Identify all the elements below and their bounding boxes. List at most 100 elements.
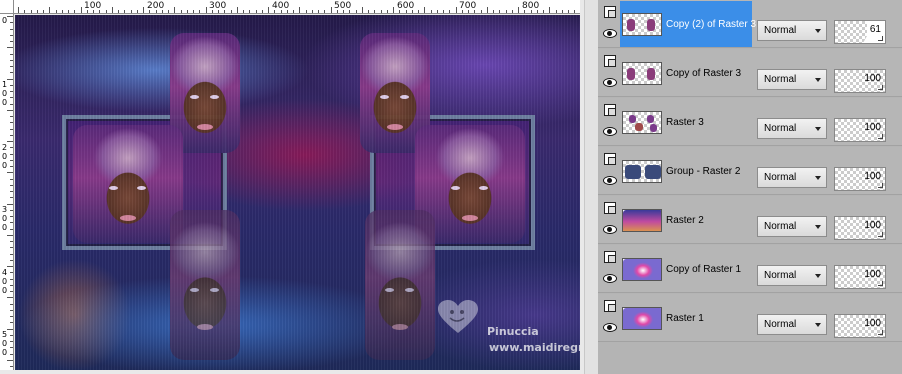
visibility-eye-icon[interactable] — [603, 323, 617, 332]
ruler-tick — [56, 10, 57, 13]
opacity-slider[interactable]: 100 — [834, 265, 886, 289]
blend-mode-dropdown[interactable]: Normal — [757, 20, 827, 41]
ruler-tick — [10, 160, 13, 161]
layer-name: Copy of Raster 3 — [666, 68, 742, 79]
layer-row[interactable]: Raster 3 Normal 100 — [598, 98, 902, 146]
layer-name-cell[interactable]: Raster 1 — [620, 295, 752, 341]
ruler-tick — [412, 10, 413, 13]
image-canvas[interactable]: Pinuccia www.maidiregrafica.eu — [15, 15, 580, 370]
opacity-slider[interactable]: 100 — [834, 69, 886, 93]
panel-splitter[interactable] — [584, 0, 598, 374]
layer-row[interactable]: Raster 1 Normal 100 — [598, 294, 902, 342]
ruler-tick — [10, 179, 13, 180]
visibility-eye-icon[interactable] — [603, 78, 617, 87]
layer-type-icon — [604, 104, 616, 116]
blend-mode-dropdown[interactable]: Normal — [757, 69, 827, 90]
layer-name-cell[interactable]: Copy of Raster 1 — [620, 246, 752, 292]
ruler-tick — [99, 10, 100, 13]
layer-name-cell[interactable]: Raster 3 — [620, 99, 752, 145]
ruler-tick — [7, 360, 13, 361]
opacity-slider[interactable]: 61 — [834, 20, 886, 44]
visibility-eye-icon[interactable] — [603, 127, 617, 136]
layer-icons — [598, 196, 620, 244]
visibility-eye-icon[interactable] — [603, 225, 617, 234]
layer-row[interactable]: Raster 2 Normal 100 — [598, 196, 902, 244]
ruler-label: 400 — [2, 268, 8, 295]
layer-row[interactable]: Copy of Raster 1 Normal 100 — [598, 245, 902, 293]
blend-mode-dropdown[interactable]: Normal — [757, 265, 827, 286]
layer-icons — [598, 245, 620, 293]
opacity-corner — [878, 85, 883, 90]
ruler-tick — [10, 366, 13, 367]
ruler-tick — [37, 10, 38, 13]
thumbnail-content — [647, 115, 654, 123]
ruler-tick — [7, 110, 13, 111]
layer-name: Raster 3 — [666, 117, 704, 128]
layer-name: Group - Raster 2 — [666, 166, 741, 177]
opacity-slider[interactable]: 100 — [834, 118, 886, 142]
opacity-value: 100 — [864, 73, 881, 84]
portrait-image — [73, 125, 183, 243]
ruler-tick — [512, 10, 513, 13]
visibility-eye-icon[interactable] — [603, 29, 617, 38]
thumbnail-content — [650, 124, 657, 132]
ruler-tick — [124, 10, 125, 13]
ruler-tick — [10, 35, 13, 36]
layer-name-cell[interactable]: Copy (2) of Raster 3 — [620, 1, 756, 47]
ruler-tick — [156, 10, 157, 13]
layer-row[interactable]: Group - Raster 2 Normal 100 — [598, 147, 902, 195]
thumbnail-content — [627, 19, 635, 31]
ruler-tick — [7, 235, 13, 236]
blend-mode-dropdown[interactable]: Normal — [757, 118, 827, 139]
ruler-tick — [381, 10, 382, 13]
ruler-tick — [10, 54, 13, 55]
layer-name-cell[interactable]: Copy of Raster 3 — [620, 50, 752, 96]
ruler-tick — [10, 279, 13, 280]
ruler-tick — [10, 122, 13, 123]
layer-row[interactable]: Copy (2) of Raster 3 Normal 61 — [598, 0, 902, 48]
ruler-tick — [456, 7, 457, 13]
layer-controls: Normal 61 — [752, 0, 902, 48]
opacity-slider[interactable]: 100 — [834, 314, 886, 338]
chevron-down-icon — [815, 274, 821, 278]
ruler-tick — [106, 10, 107, 13]
ruler-tick — [499, 10, 500, 13]
ruler-tick — [10, 247, 13, 248]
layer-type-icon — [604, 202, 616, 214]
layer-name-cell[interactable]: Group - Raster 2 — [620, 148, 752, 194]
ruler-tick — [10, 254, 13, 255]
ruler-tick — [10, 166, 13, 167]
ruler-tick — [356, 10, 357, 13]
ruler-tick — [262, 10, 263, 13]
blend-mode-value: Normal — [764, 74, 797, 85]
layer-type-icon — [604, 251, 616, 263]
opacity-value: 100 — [864, 122, 881, 133]
ruler-tick — [74, 10, 75, 13]
ruler-tick — [7, 172, 13, 173]
chevron-down-icon — [815, 127, 821, 131]
layer-type-icon — [604, 6, 616, 18]
watermark-url: www.maidiregrafica.eu — [489, 341, 580, 354]
layer-row[interactable]: Copy of Raster 3 Normal 100 — [598, 49, 902, 97]
canvas-area[interactable]: 100 200 300 400 500 600 700 800 0 100 200 3… — [0, 0, 584, 374]
ruler-tick — [10, 316, 13, 317]
thumbnail-content — [623, 308, 661, 329]
ruler-tick — [10, 60, 13, 61]
visibility-eye-icon[interactable] — [603, 274, 617, 283]
ruler-label: 200 — [2, 143, 8, 170]
opacity-slider[interactable]: 100 — [834, 216, 886, 240]
blend-mode-dropdown[interactable]: Normal — [757, 314, 827, 335]
ruler-tick — [7, 204, 13, 205]
ruler-label: 500 — [2, 330, 8, 357]
opacity-marker-icon[interactable] — [861, 36, 872, 43]
blend-mode-dropdown[interactable]: Normal — [757, 216, 827, 237]
ruler-tick — [10, 22, 13, 23]
opacity-slider[interactable]: 100 — [834, 167, 886, 191]
visibility-eye-icon[interactable] — [603, 176, 617, 185]
ruler-tick — [10, 104, 13, 105]
blend-mode-dropdown[interactable]: Normal — [757, 167, 827, 188]
layer-name-cell[interactable]: Raster 2 — [620, 197, 752, 243]
ruler-tick — [362, 7, 363, 13]
ruler-tick — [43, 10, 44, 13]
ruler-tick — [424, 7, 425, 13]
